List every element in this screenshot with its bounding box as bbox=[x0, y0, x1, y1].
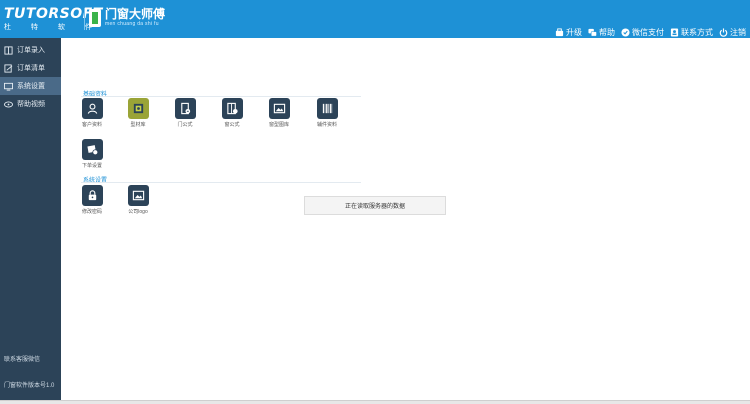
tile-label: 辅件资料 bbox=[316, 122, 337, 128]
order-entry-icon bbox=[4, 45, 13, 55]
section-divider bbox=[81, 96, 361, 97]
sidebar-item-help-video[interactable]: 帮助视频 bbox=[0, 95, 61, 113]
version-text: 门窗软件版本号1.0 bbox=[4, 383, 55, 389]
contact-icon bbox=[670, 28, 679, 37]
top-actions: 升级 帮助 微信支付 联系方式 注销 bbox=[555, 27, 746, 38]
lock-icon bbox=[88, 190, 96, 201]
tile-order-settings[interactable]: 下单设置 bbox=[75, 139, 109, 169]
tile-accessory[interactable]: 辅件资料 bbox=[310, 98, 344, 128]
upgrade-label: 升级 bbox=[566, 28, 582, 37]
tile-customer[interactable]: 客户资料 bbox=[75, 98, 109, 128]
section-divider bbox=[81, 182, 361, 183]
sidebar-item-label: 订单清单 bbox=[17, 65, 45, 72]
tile-window-formula[interactable]: 窗公式 bbox=[215, 98, 249, 128]
accessory-icon bbox=[322, 103, 332, 114]
wechat-pay-icon bbox=[621, 28, 630, 37]
product-pinyin: men chuang da shi fu bbox=[105, 21, 159, 27]
product-logo-icon bbox=[89, 9, 101, 27]
brand-name-cn: 杜 特 软 件 bbox=[4, 24, 101, 31]
logout-button[interactable]: 注销 bbox=[719, 27, 746, 38]
order-list-icon bbox=[4, 63, 13, 73]
upgrade-icon bbox=[555, 28, 564, 37]
help-button[interactable]: 帮助 bbox=[588, 27, 615, 38]
sidebar-item-label: 订单录入 bbox=[17, 47, 45, 54]
tile-label: 门公式 bbox=[177, 122, 193, 128]
window-formula-icon bbox=[226, 102, 238, 115]
tile-label: 窗型图库 bbox=[268, 122, 289, 128]
sidebar-item-order-entry[interactable]: 订单录入 bbox=[0, 41, 61, 59]
power-icon bbox=[719, 28, 728, 37]
contact-button[interactable]: 联系方式 bbox=[670, 27, 713, 38]
main-panel: 基础资料 客户资料 型材库 门公式 窗公式 窗型图库 辅件资料 下单设置 系统设… bbox=[61, 38, 750, 400]
tile-company-logo[interactable]: 公司logo bbox=[121, 185, 155, 215]
product-title: 门窗大师傅 men chuang da shi fu bbox=[105, 7, 165, 28]
brand-divider bbox=[84, 8, 85, 30]
window-gallery-icon bbox=[273, 103, 285, 114]
tile-label: 公司logo bbox=[128, 209, 148, 215]
sidebar: 订单录入 订单清单 系统设置 帮助视频 联系客服微信 门窗软件版本号1.0 bbox=[0, 38, 61, 400]
upgrade-button[interactable]: 升级 bbox=[555, 27, 582, 38]
tile-door-formula[interactable]: 门公式 bbox=[168, 98, 202, 128]
sidebar-item-order-list[interactable]: 订单清单 bbox=[0, 59, 61, 77]
door-formula-icon bbox=[180, 102, 190, 115]
tile-window-gallery[interactable]: 窗型图库 bbox=[262, 98, 296, 128]
brand-logo: TUTORSOFT 杜 特 软 件 bbox=[4, 7, 103, 33]
company-logo-icon bbox=[132, 190, 144, 201]
profile-library-icon bbox=[133, 103, 143, 114]
title-bar: TUTORSOFT 杜 特 软 件 门窗大师傅 men chuang da sh… bbox=[0, 0, 750, 38]
tile-profile-library[interactable]: 型材库 bbox=[121, 98, 155, 128]
tile-label: 窗公式 bbox=[224, 122, 240, 128]
tile-change-password[interactable]: 修改密码 bbox=[75, 185, 109, 215]
wechat-support-text: 联系客服微信 bbox=[4, 357, 41, 363]
tile-label: 客户资料 bbox=[81, 122, 102, 128]
help-icon bbox=[588, 28, 597, 37]
help-label: 帮助 bbox=[599, 28, 615, 37]
wechat-pay-button[interactable]: 微信支付 bbox=[621, 27, 664, 38]
system-settings-icon bbox=[4, 82, 13, 91]
contact-label: 联系方式 bbox=[681, 28, 713, 37]
order-settings-icon bbox=[86, 145, 98, 156]
product-name: 门窗大师傅 bbox=[105, 7, 166, 21]
help-video-icon bbox=[4, 101, 13, 107]
tile-label: 型材库 bbox=[130, 122, 146, 128]
tile-label: 下单设置 bbox=[81, 163, 102, 169]
loading-toast: 正在读取服务器的数据 bbox=[304, 196, 446, 215]
sidebar-item-system-settings[interactable]: 系统设置 bbox=[0, 77, 61, 95]
customer-icon bbox=[87, 103, 97, 114]
logout-label: 注销 bbox=[730, 28, 746, 37]
status-bar bbox=[0, 400, 750, 404]
wechat-pay-label: 微信支付 bbox=[632, 28, 664, 37]
sidebar-item-label: 系统设置 bbox=[17, 83, 45, 90]
brand-name: TUTORSOFT bbox=[4, 6, 103, 22]
sidebar-item-label: 帮助视频 bbox=[17, 101, 45, 108]
tile-label: 修改密码 bbox=[81, 209, 102, 215]
